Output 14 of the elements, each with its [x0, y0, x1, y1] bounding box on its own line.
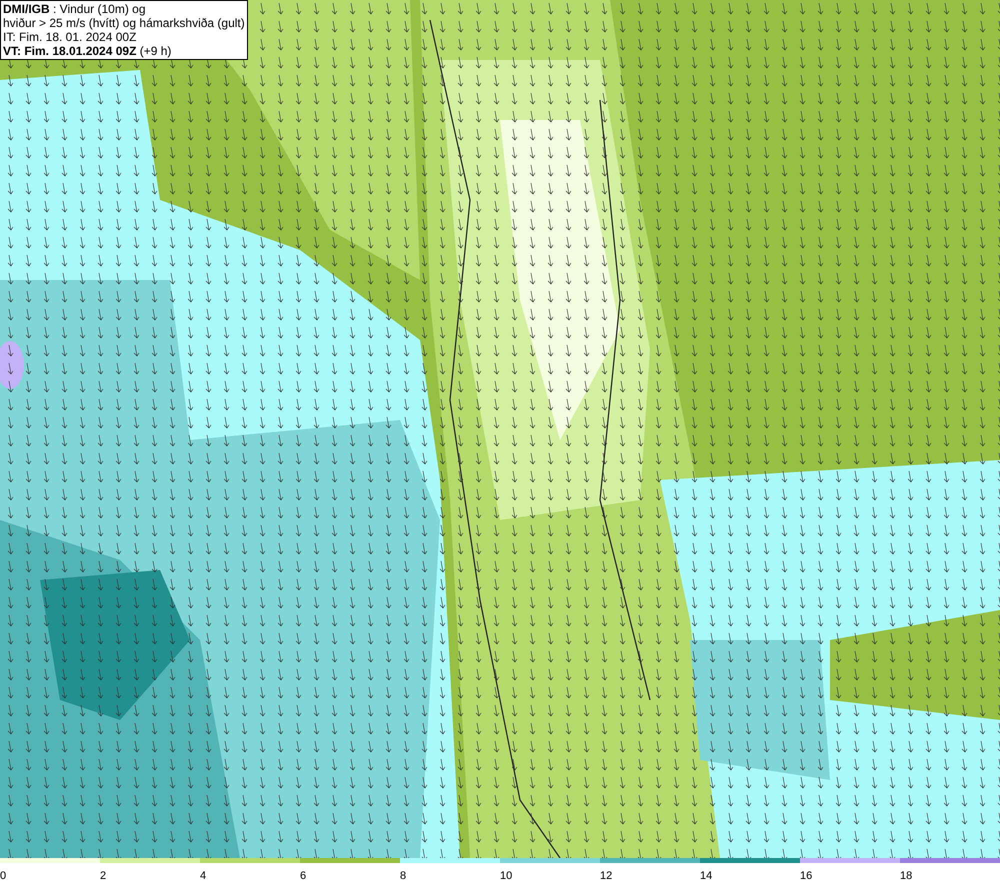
legend-label: 2 — [100, 870, 106, 882]
legend-label: 12 — [600, 870, 612, 882]
info-text: hviður > 25 m/s (hvítt) og hámarkshviða (gult) — [3, 16, 245, 30]
legend-label: 0 — [0, 870, 6, 882]
legend-label: 4 — [200, 870, 206, 882]
legend-label: 18 — [900, 870, 912, 882]
info-text: DMI/IGB : Vindur (10m) og — [3, 2, 146, 16]
info-text: VT: Fim. 18.01.2024 09Z (+9 h) — [3, 44, 172, 58]
legend-label: 16 — [800, 870, 812, 882]
legend-label: 14 — [700, 870, 712, 882]
legend-label: 8 — [400, 870, 406, 882]
info-text: IT: Fim. 18. 01. 2024 00Z — [3, 30, 138, 44]
legend-label: 10 — [500, 870, 512, 882]
legend-label: 6 — [300, 870, 306, 882]
